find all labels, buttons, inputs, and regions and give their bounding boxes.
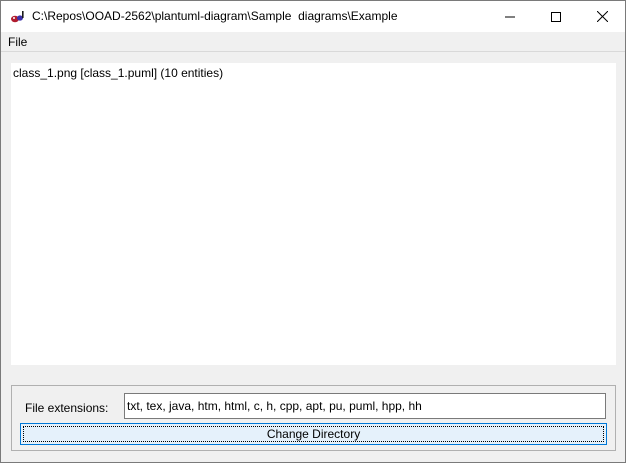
minimize-icon [505, 16, 515, 17]
window-title: C:\Repos\OOAD-2562\plantuml-diagram\Samp… [32, 9, 398, 23]
close-button[interactable] [579, 1, 625, 32]
plantuml-app-icon [10, 9, 26, 25]
close-icon [596, 11, 608, 22]
extensions-label: File extensions: [25, 401, 109, 415]
menu-item-file[interactable]: File [8, 35, 27, 49]
focus-rectangle [23, 426, 604, 442]
menu-bar: File [1, 32, 625, 52]
minimize-button[interactable] [487, 1, 533, 32]
extensions-panel: File extensions: Change Directory [11, 385, 616, 451]
maximize-button[interactable] [533, 1, 579, 32]
title-bar[interactable]: C:\Repos\OOAD-2562\plantuml-diagram\Samp… [1, 1, 625, 32]
file-list[interactable]: class_1.png [class_1.puml] (10 entities) [11, 63, 616, 365]
extensions-input[interactable] [124, 393, 606, 419]
app-window: C:\Repos\OOAD-2562\plantuml-diagram\Samp… [0, 0, 626, 463]
maximize-icon [551, 11, 561, 22]
list-item[interactable]: class_1.png [class_1.puml] (10 entities) [13, 66, 223, 80]
change-directory-button[interactable]: Change Directory [20, 423, 607, 445]
